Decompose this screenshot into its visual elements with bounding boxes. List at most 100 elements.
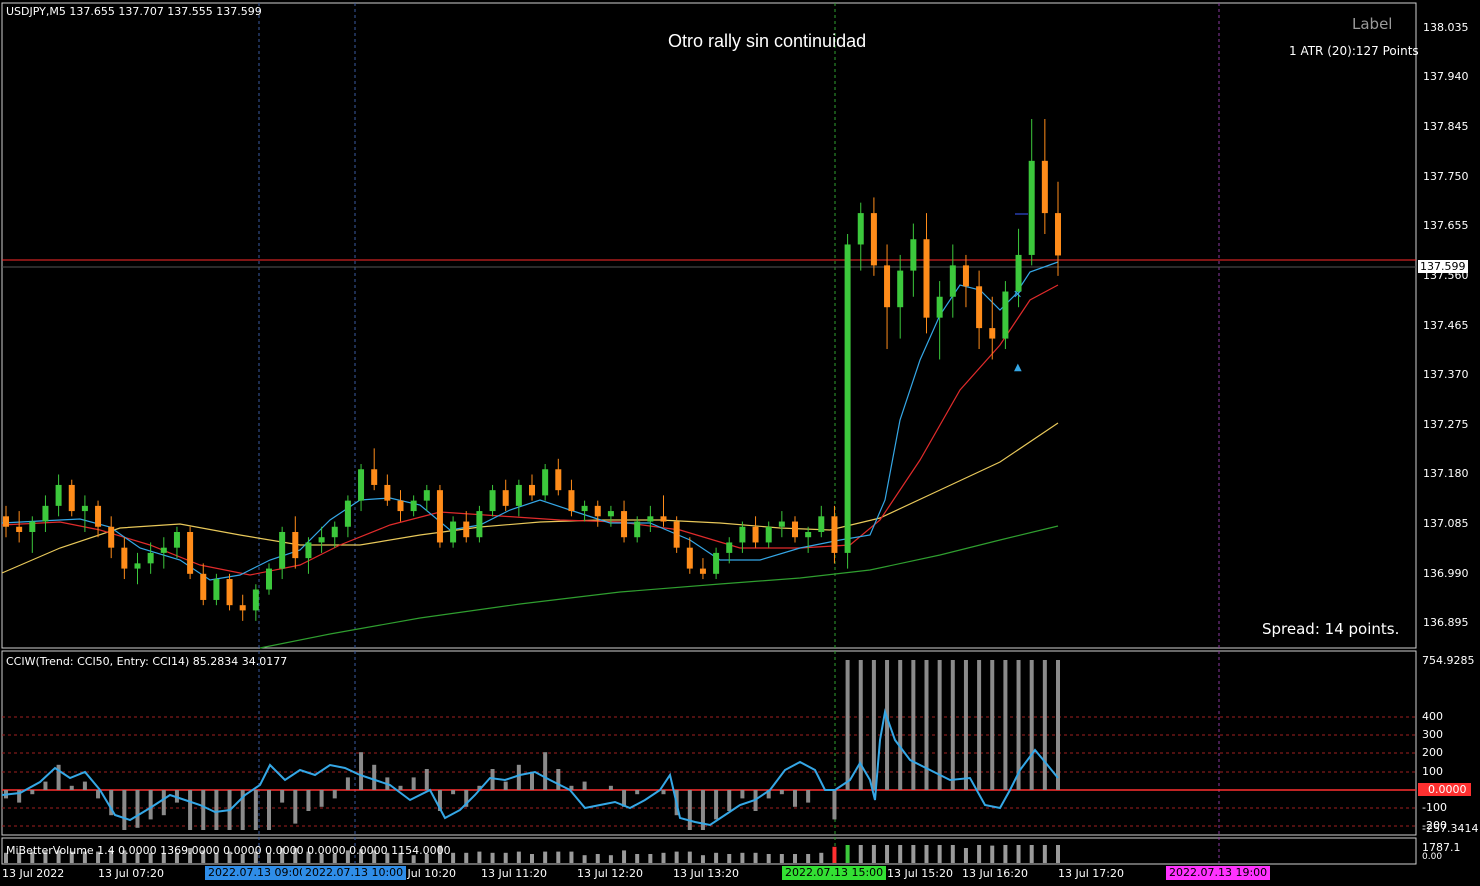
cci-hist-bar bbox=[582, 781, 587, 790]
volume-bar bbox=[977, 845, 982, 863]
cci-header: CCIW(Trend: CCI50, Entry: CCI14) 85.2834… bbox=[6, 655, 288, 668]
cci-pane-frame bbox=[1, 650, 1417, 836]
cci-hist-bar bbox=[779, 790, 784, 795]
volume-bar bbox=[530, 854, 534, 863]
candle-body bbox=[555, 469, 562, 491]
cci-hist-bar bbox=[319, 790, 324, 807]
volume-bar bbox=[779, 854, 784, 863]
time-tick-label: 13 Jul 13:20 bbox=[673, 867, 739, 880]
chart-canvas[interactable]: ✕ ▲ bbox=[0, 0, 1480, 886]
candle-body bbox=[792, 521, 798, 538]
time-tick-label: 13 Jul 2022 bbox=[2, 867, 65, 880]
volume-bar bbox=[937, 845, 942, 863]
cci-hist-bar bbox=[359, 752, 364, 790]
candle-body bbox=[976, 286, 983, 329]
candle-body bbox=[923, 239, 930, 318]
cci-hist-bar bbox=[740, 790, 745, 799]
cci-hist-bar bbox=[977, 660, 982, 790]
volume-bar bbox=[858, 845, 863, 863]
mt4-chart-window[interactable]: ✕ ▲ USDJPY,M5 137.655 137.707 137.555 13… bbox=[0, 0, 1480, 886]
time-tick-label: 13 Jul 12:20 bbox=[577, 867, 643, 880]
cci-hist-bar bbox=[43, 781, 48, 790]
candle-body bbox=[962, 265, 969, 287]
cci-hist-bar bbox=[214, 790, 219, 830]
candle-body bbox=[818, 516, 825, 532]
candle-body bbox=[173, 531, 180, 548]
candle-body bbox=[581, 505, 588, 512]
cci-hist-bar bbox=[345, 777, 350, 790]
volume-bar bbox=[582, 855, 587, 863]
price-tick-label: 137.085 bbox=[1423, 517, 1469, 531]
volume-bar bbox=[661, 852, 666, 863]
volume-bar bbox=[924, 845, 929, 863]
volume-bar bbox=[543, 851, 548, 863]
volume-bar bbox=[451, 852, 456, 863]
candle-body bbox=[318, 537, 325, 543]
cci-hist-bar bbox=[1003, 660, 1008, 790]
candle-body bbox=[42, 505, 49, 522]
candle-body bbox=[897, 270, 904, 308]
cci-hist-bar bbox=[898, 660, 903, 790]
cci-hist-bar bbox=[858, 660, 863, 790]
cci-level-label: 300 bbox=[1422, 728, 1443, 741]
candle-body bbox=[81, 505, 88, 512]
candle-body bbox=[910, 239, 917, 271]
cci-hist-bar bbox=[543, 752, 548, 790]
candle-body bbox=[489, 490, 496, 512]
cci-hist-bar bbox=[806, 790, 811, 803]
candle-body bbox=[752, 526, 759, 543]
cci-hist-bar bbox=[135, 790, 140, 828]
candle-body bbox=[515, 484, 522, 506]
cci-hist-bar bbox=[950, 660, 955, 790]
symbol-header: USDJPY,M5 137.655 137.707 137.555 137.59… bbox=[6, 5, 262, 18]
cci-hist-bar bbox=[69, 785, 74, 790]
volume-bar bbox=[727, 854, 732, 863]
candle-body bbox=[660, 516, 667, 522]
candle-body bbox=[989, 328, 996, 339]
cci-hist-bar bbox=[1042, 660, 1047, 790]
volume-bar bbox=[503, 852, 508, 863]
volume-bar bbox=[687, 851, 692, 863]
price-tick-label: 138.035 bbox=[1423, 20, 1469, 34]
candle-body bbox=[344, 500, 351, 527]
cci-hist-bar bbox=[503, 781, 508, 790]
volume-bar bbox=[595, 854, 600, 863]
candle-body bbox=[213, 579, 220, 600]
volume-bar bbox=[950, 845, 955, 863]
candle-body bbox=[936, 296, 943, 318]
atr-text: 1 ATR (20):127 Points bbox=[1289, 44, 1419, 58]
cci-hist-bar bbox=[661, 790, 666, 795]
candle-body bbox=[226, 579, 233, 606]
volume-bar bbox=[1029, 845, 1034, 863]
cci-hist-bar bbox=[885, 660, 890, 790]
cci-hist-bar bbox=[30, 790, 35, 795]
candle-body bbox=[266, 568, 272, 590]
price-tick-label: 136.895 bbox=[1423, 616, 1469, 630]
cci-hist-bar bbox=[148, 790, 153, 820]
candle-body bbox=[621, 511, 628, 538]
candle-body bbox=[529, 484, 535, 496]
cci-hist-bar bbox=[122, 790, 127, 830]
candle-body bbox=[686, 547, 693, 569]
candle-body bbox=[502, 490, 509, 506]
candle-body bbox=[647, 516, 654, 522]
candle-body bbox=[239, 605, 246, 611]
price-tick-label: 137.180 bbox=[1423, 467, 1469, 481]
time-badge: 2022.07.13 09:00 bbox=[205, 866, 310, 880]
cci-level-label: -100 bbox=[1422, 801, 1447, 814]
candle-body bbox=[55, 484, 62, 506]
cci-hist-bar bbox=[924, 660, 929, 790]
candle-body bbox=[200, 573, 207, 600]
candle-body bbox=[371, 469, 378, 485]
volume-bar bbox=[898, 845, 903, 863]
volume-bar bbox=[911, 845, 916, 863]
candle-body bbox=[134, 563, 141, 569]
cci-level-label: 200 bbox=[1422, 746, 1443, 759]
price-tick-label: 136.990 bbox=[1423, 566, 1469, 580]
cci-hist-bar bbox=[727, 790, 732, 811]
candle-body bbox=[108, 526, 115, 548]
cci-hist-bar bbox=[372, 764, 377, 790]
main-pane-frame bbox=[1, 2, 1417, 649]
cci-hist-bar bbox=[832, 790, 837, 820]
cci-hist-bar bbox=[990, 660, 995, 790]
